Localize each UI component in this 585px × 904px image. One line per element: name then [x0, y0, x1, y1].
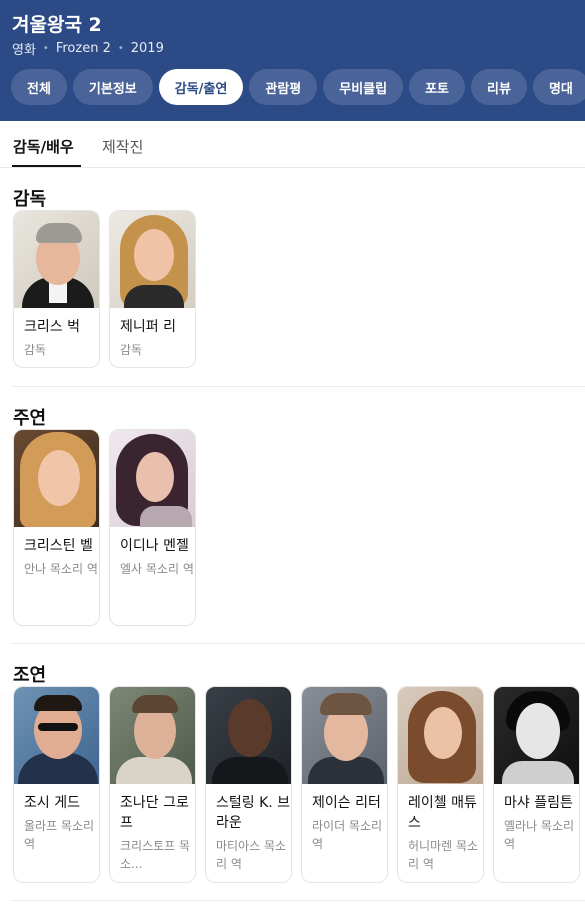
person-card[interactable]: 레이첼 매튜스 허니마렌 목소리 역: [397, 686, 484, 883]
separator-dot: •: [42, 43, 49, 54]
person-card[interactable]: 제니퍼 리 감독: [109, 210, 196, 368]
movie-header: 겨울왕국 2 영화 • Frozen 2 • 2019 전체 기본정보 감독/출…: [0, 0, 585, 121]
tab-bar: 전체 기본정보 감독/출연 관람평 무비클립 포토 리뷰 명대: [11, 69, 585, 105]
tab-reviews-audience[interactable]: 관람평: [249, 69, 318, 105]
person-card[interactable]: 이디나 멘젤 엘사 목소리 역: [109, 429, 196, 626]
person-photo: [302, 687, 387, 784]
section-title-supporting: 조연: [13, 665, 47, 686]
person-card[interactable]: 조나단 그로프 크리스토프 목소...: [109, 686, 196, 883]
active-subtab-indicator: [12, 165, 81, 167]
person-name: 이디나 멘젤: [120, 538, 189, 554]
tab-movie-clips[interactable]: 무비클립: [323, 69, 404, 105]
person-role: 감독: [24, 343, 47, 357]
person-role: 허니마렌 목소리 역: [408, 839, 479, 871]
tab-cast[interactable]: 감독/출연: [158, 69, 244, 105]
person-photo: [14, 430, 99, 527]
tab-all[interactable]: 전체: [11, 69, 67, 105]
person-photo: [206, 687, 291, 784]
person-role: 마티아스 목소리 역: [216, 839, 287, 871]
tab-photos[interactable]: 포토: [409, 69, 466, 105]
director-cards: 크리스 벅 감독 제니퍼 리 감독: [13, 210, 196, 368]
section-title-lead: 주연: [13, 408, 47, 429]
person-name: 제이슨 리터: [312, 795, 381, 811]
supporting-cards: 조시 게드 올라프 목소리 역 조나단 그로프 크리스토프 목소... 스털링 …: [13, 686, 580, 883]
person-role: 옐라나 목소리 역: [504, 819, 575, 851]
cast-content: 감독 크리스 벅 감독 제니퍼 리 감독 주연 크리스틴 벨 안나 목소리 역 …: [0, 168, 585, 904]
meta-original-title: Frozen 2: [55, 41, 111, 56]
person-card[interactable]: 크리스틴 벨 안나 목소리 역: [13, 429, 100, 626]
person-card[interactable]: 크리스 벅 감독: [13, 210, 100, 368]
section-divider: [12, 643, 585, 644]
person-name: 조나단 그로프: [120, 795, 189, 831]
tab-reviews[interactable]: 리뷰: [471, 69, 527, 105]
person-name: 크리스 벅: [24, 319, 80, 335]
person-name: 마샤 플림튼: [504, 795, 573, 811]
person-photo: [110, 430, 195, 527]
person-card[interactable]: 스털링 K. 브라운 마티아스 목소리 역: [205, 686, 292, 883]
person-role: 라이더 목소리 역: [312, 819, 383, 851]
subtab-crew[interactable]: 제작진: [102, 136, 143, 157]
person-name: 크리스틴 벨: [24, 538, 93, 554]
person-photo: [494, 687, 579, 784]
subtab-bar: 감독/배우 제작진: [0, 121, 585, 168]
person-photo: [110, 687, 195, 784]
person-photo: [14, 687, 99, 784]
tab-basic-info[interactable]: 기본정보: [72, 69, 153, 105]
lead-cards: 크리스틴 벨 안나 목소리 역 이디나 멘젤 엘사 목소리 역: [13, 429, 196, 626]
section-divider: [12, 386, 585, 387]
tab-quotes[interactable]: 명대: [532, 69, 585, 105]
person-role: 감독: [120, 343, 143, 357]
separator-dot: •: [117, 43, 124, 54]
section-divider: [12, 900, 585, 901]
meta-year: 2019: [130, 41, 164, 56]
person-name: 조시 게드: [24, 795, 80, 811]
meta-type: 영화: [12, 43, 36, 58]
person-photo: [110, 211, 195, 308]
movie-title: 겨울왕국 2: [12, 14, 102, 36]
person-role: 안나 목소리 역: [24, 562, 98, 576]
person-role: 크리스토프 목소...: [120, 839, 191, 871]
person-name: 제니퍼 리: [120, 319, 176, 335]
person-name: 스털링 K. 브라운: [216, 795, 291, 831]
person-card[interactable]: 제이슨 리터 라이더 목소리 역: [301, 686, 388, 883]
person-name: 레이첼 매튜스: [408, 795, 477, 831]
section-title-director: 감독: [13, 189, 47, 210]
movie-meta: 영화 • Frozen 2 • 2019: [12, 39, 164, 58]
subtab-director-actors[interactable]: 감독/배우: [13, 136, 74, 157]
person-role: 엘사 목소리 역: [120, 562, 194, 576]
person-photo: [14, 211, 99, 308]
person-photo: [398, 687, 483, 784]
person-card[interactable]: 마샤 플림튼 옐라나 목소리 역: [493, 686, 580, 883]
person-role: 올라프 목소리 역: [24, 819, 95, 851]
person-card[interactable]: 조시 게드 올라프 목소리 역: [13, 686, 100, 883]
